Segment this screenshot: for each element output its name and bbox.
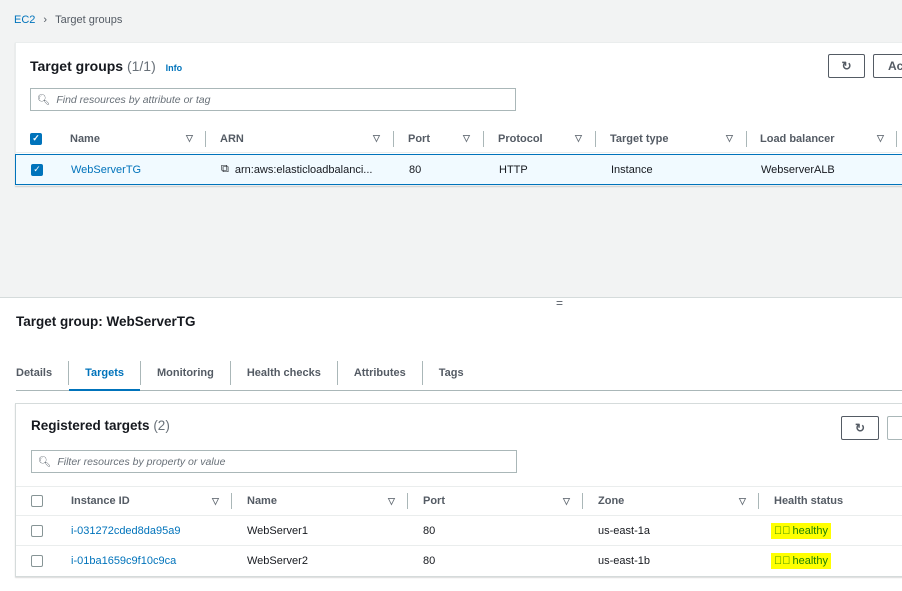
zone: us-east-1b	[598, 555, 650, 567]
col-name[interactable]: Name	[247, 495, 277, 507]
zone: us-east-1a	[598, 524, 650, 537]
tab-tags[interactable]: Tags	[423, 361, 480, 385]
sort-icon[interactable]: ▽	[575, 133, 582, 144]
title-text: Registered targets	[31, 418, 150, 433]
sort-icon[interactable]: ▽	[739, 496, 746, 507]
detail-title: Target group: WebServerTG	[16, 314, 196, 329]
registered-targets-panel: Registered targets (2) ↻ 🔍︎ Filter resou…	[15, 403, 902, 577]
tab-monitoring[interactable]: Monitoring	[140, 361, 231, 385]
chevron-right-icon: ›	[43, 14, 48, 26]
breadcrumb-ec2[interactable]: EC2	[14, 14, 35, 26]
resize-handle[interactable]: =	[556, 296, 563, 310]
count: (1/1)	[126, 58, 156, 74]
port: 80	[423, 555, 436, 567]
more-button[interactable]	[887, 416, 902, 440]
health-status: ✓⃝ healthy	[771, 553, 831, 569]
info-link[interactable]: Info	[166, 63, 183, 73]
health-status: ✓⃝ healthy	[771, 522, 831, 539]
col-target-type[interactable]: Target type	[610, 133, 668, 145]
name: WebServer2	[247, 555, 308, 567]
table-header: Instance ID ▽ Name ▽ Port ▽ Zone ▽ Healt…	[16, 486, 902, 516]
check-circle-icon: ✓⃝	[774, 555, 791, 567]
instance-id-link[interactable]: i-01ba1659c9f10c9ca	[71, 555, 176, 567]
select-all-checkbox[interactable]	[31, 495, 43, 507]
refresh-button[interactable]: ↻	[828, 54, 865, 78]
name: WebServer1	[247, 524, 308, 537]
protocol: HTTP	[499, 163, 528, 176]
actions-button[interactable]: Act	[873, 54, 902, 78]
col-load-balancer[interactable]: Load balancer	[760, 133, 835, 145]
arn: arn:aws:elasticloadbalanci...	[234, 163, 373, 176]
refresh-icon: ↻	[854, 421, 866, 435]
sort-icon[interactable]: ▽	[563, 496, 570, 507]
col-port[interactable]: Port	[423, 495, 445, 507]
count: (2)	[153, 418, 170, 433]
health-text: healthy	[792, 555, 828, 567]
breadcrumb-current: Target groups	[55, 14, 123, 26]
refresh-icon: ↻	[841, 59, 852, 73]
col-protocol[interactable]: Protocol	[498, 133, 543, 145]
detail-tabs: Details Targets Monitoring Health checks…	[16, 356, 902, 391]
sort-icon[interactable]: ▽	[388, 496, 395, 507]
filter-placeholder: Filter resources by property or value	[57, 455, 226, 468]
sort-icon[interactable]: ▽	[877, 133, 884, 144]
row-checkbox[interactable]: ✓	[31, 163, 43, 176]
panel-title: Target groups (1/1) Info	[30, 58, 182, 74]
sort-icon[interactable]: ▽	[186, 133, 193, 144]
title-text: Target groups	[30, 58, 124, 74]
select-all-checkbox[interactable]: ✓	[30, 132, 42, 145]
tab-attributes[interactable]: Attributes	[338, 361, 423, 385]
load-balancer: WebserverALB	[761, 163, 835, 176]
col-arn[interactable]: ARN	[220, 133, 244, 145]
port: 80	[409, 163, 422, 176]
col-port[interactable]: Port	[408, 133, 430, 145]
table-header: ✓ Name ▽ ARN ▽ Port ▽ Protocol ▽ Target …	[16, 125, 902, 153]
search-input[interactable]: 🔍︎ Find resources by attribute or tag	[30, 88, 516, 111]
sort-icon[interactable]: ▽	[726, 133, 733, 144]
col-name[interactable]: Name	[70, 133, 100, 145]
tab-details[interactable]: Details	[16, 361, 70, 385]
tg-name-link[interactable]: WebServerTG	[71, 164, 141, 176]
refresh-button[interactable]: ↻	[841, 416, 879, 440]
target-type: Instance	[611, 163, 653, 176]
col-instance-id[interactable]: Instance ID	[71, 495, 130, 507]
table-row[interactable]: i-031272cded8da95a9 WebServer1 80 us-eas…	[16, 516, 902, 546]
target-groups-area: EC2 › Target groups Target groups (1/1) …	[0, 0, 902, 298]
sort-icon[interactable]: ▽	[373, 133, 380, 144]
health-text: healthy	[792, 524, 828, 537]
col-zone[interactable]: Zone	[598, 495, 624, 507]
panel-title: Registered targets (2)	[31, 418, 170, 433]
tab-targets[interactable]: Targets	[69, 356, 140, 391]
table-row[interactable]: i-01ba1659c9f10c9ca WebServer2 80 us-eas…	[16, 546, 902, 576]
search-placeholder: Find resources by attribute or tag	[56, 93, 211, 106]
row-checkbox[interactable]	[31, 555, 43, 567]
row-checkbox[interactable]	[31, 524, 43, 537]
tab-health-checks[interactable]: Health checks	[231, 361, 338, 385]
sort-icon[interactable]: ▽	[463, 133, 470, 144]
search-icon: 🔍︎	[38, 456, 52, 468]
table-row[interactable]: ✓ WebServerTG ⧉ arn:aws:elasticloadbalanc…	[15, 154, 902, 185]
copy-icon[interactable]: ⧉	[221, 163, 229, 176]
col-health-status: Health status	[774, 495, 844, 507]
sort-icon[interactable]: ▽	[212, 496, 219, 507]
check-circle-icon: ✓⃝	[774, 524, 791, 537]
target-groups-panel: Target groups (1/1) Info ↻ Act 🔍︎ Find r…	[15, 42, 902, 186]
filter-input[interactable]: 🔍︎ Filter resources by property or value	[31, 450, 517, 473]
port: 80	[423, 524, 436, 537]
search-icon: 🔍︎	[37, 94, 51, 106]
instance-id-link[interactable]: i-031272cded8da95a9	[71, 525, 181, 537]
breadcrumb: EC2 › Target groups	[14, 14, 122, 26]
